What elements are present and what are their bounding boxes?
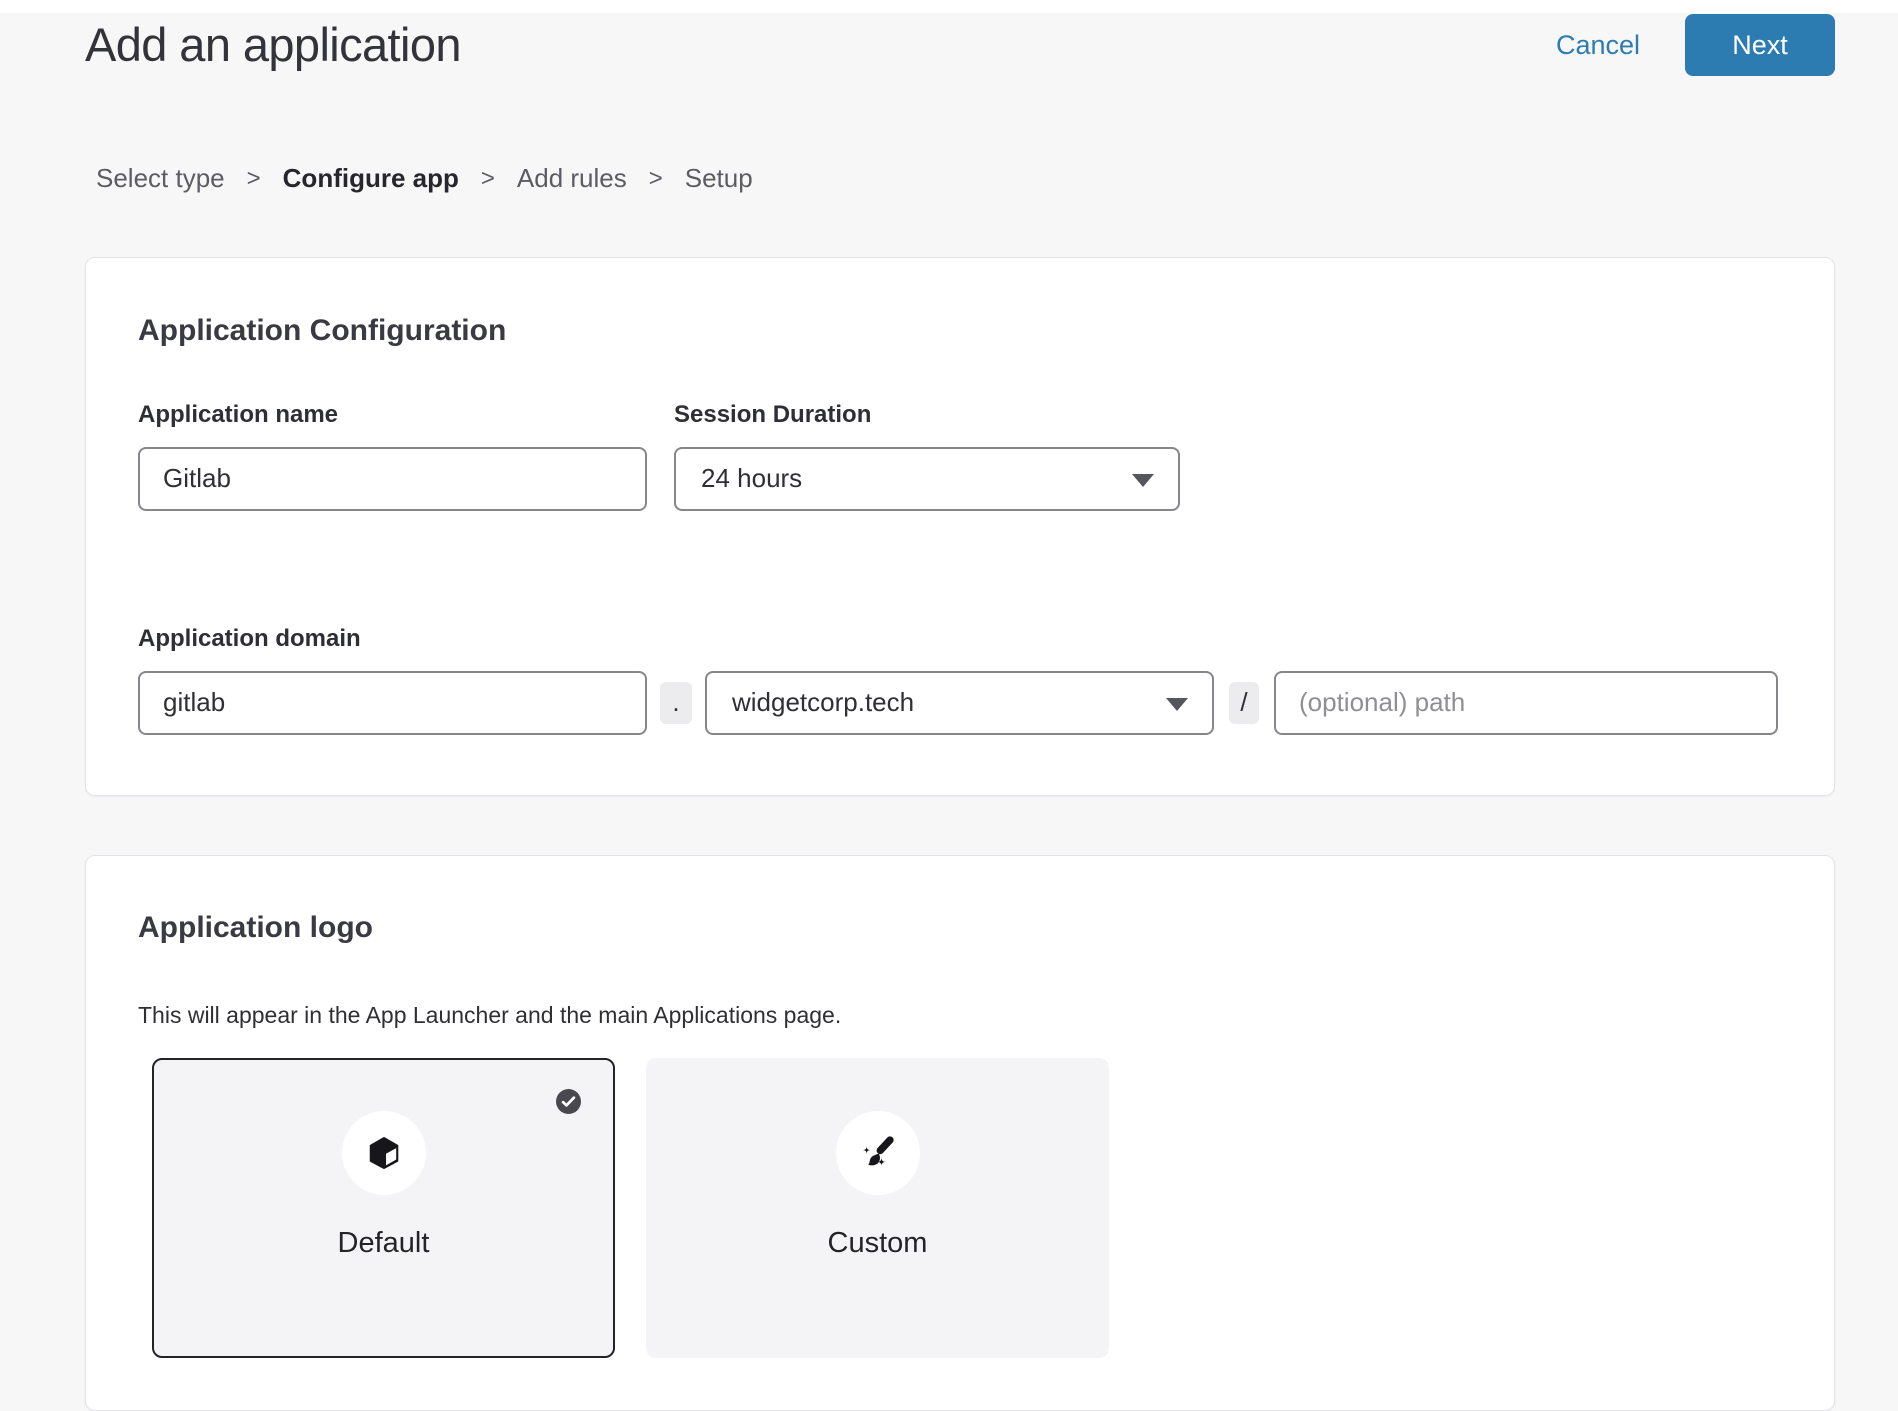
- default-tile-label: Default: [338, 1226, 430, 1261]
- breadcrumb-separator: >: [247, 165, 261, 193]
- breadcrumb-item-configure-app[interactable]: Configure app: [283, 163, 459, 194]
- page-header: Add an application Cancel Next: [85, 14, 1835, 76]
- slash-separator: /: [1229, 682, 1259, 724]
- session-duration-label: Session Duration: [674, 401, 1180, 430]
- session-duration-value: 24 hours: [701, 463, 802, 494]
- application-name-field: Application name: [138, 401, 647, 511]
- configuration-heading: Application Configuration: [138, 313, 1782, 349]
- chevron-down-icon: [1166, 698, 1188, 711]
- dot-separator: .: [660, 682, 692, 724]
- page-content: Add an application Cancel Next Select ty…: [0, 14, 1898, 1411]
- session-duration-field: Session Duration 24 hours: [674, 401, 1180, 511]
- custom-tile-label: Custom: [828, 1226, 928, 1261]
- breadcrumb-separator: >: [481, 165, 495, 193]
- logo-option-custom[interactable]: Custom: [646, 1058, 1109, 1358]
- breadcrumb-item-add-rules[interactable]: Add rules: [517, 163, 627, 194]
- application-name-input[interactable]: [138, 447, 647, 511]
- breadcrumb-item-setup[interactable]: Setup: [685, 163, 753, 194]
- top-strip: [0, 0, 1898, 13]
- breadcrumb-separator: >: [649, 165, 663, 193]
- subdomain-input[interactable]: [138, 671, 647, 735]
- breadcrumb: Select type > Configure app > Add rules …: [96, 163, 1835, 194]
- logo-options: Default Custom: [152, 1058, 1782, 1358]
- application-domain-row: . widgetcorp.tech /: [138, 671, 1782, 735]
- application-domain-label: Application domain: [138, 625, 1782, 654]
- logo-description: This will appear in the App Launcher and…: [138, 999, 1782, 1031]
- session-duration-select[interactable]: 24 hours: [674, 447, 1180, 511]
- name-session-row: Application name Session Duration 24 hou…: [138, 401, 1782, 511]
- chevron-down-icon: [1132, 474, 1154, 487]
- next-button[interactable]: Next: [1685, 14, 1835, 76]
- path-input[interactable]: [1274, 671, 1778, 735]
- application-name-label: Application name: [138, 401, 647, 430]
- cancel-button[interactable]: Cancel: [1556, 30, 1640, 61]
- cube-icon: [365, 1134, 403, 1172]
- domain-select-value: widgetcorp.tech: [732, 687, 914, 718]
- paintbrush-icon: [859, 1134, 897, 1172]
- application-configuration-card: Application Configuration Application na…: [85, 257, 1835, 796]
- page-title: Add an application: [85, 15, 461, 74]
- logo-heading: Application logo: [138, 910, 1782, 946]
- logo-option-default[interactable]: Default: [152, 1058, 615, 1358]
- header-actions: Cancel Next: [1556, 14, 1835, 76]
- application-logo-card: Application logo This will appear in the…: [85, 855, 1835, 1411]
- check-badge-icon: [556, 1089, 581, 1114]
- custom-logo-circle: [836, 1111, 920, 1195]
- breadcrumb-item-select-type[interactable]: Select type: [96, 163, 225, 194]
- domain-select[interactable]: widgetcorp.tech: [705, 671, 1214, 735]
- default-logo-circle: [342, 1111, 426, 1195]
